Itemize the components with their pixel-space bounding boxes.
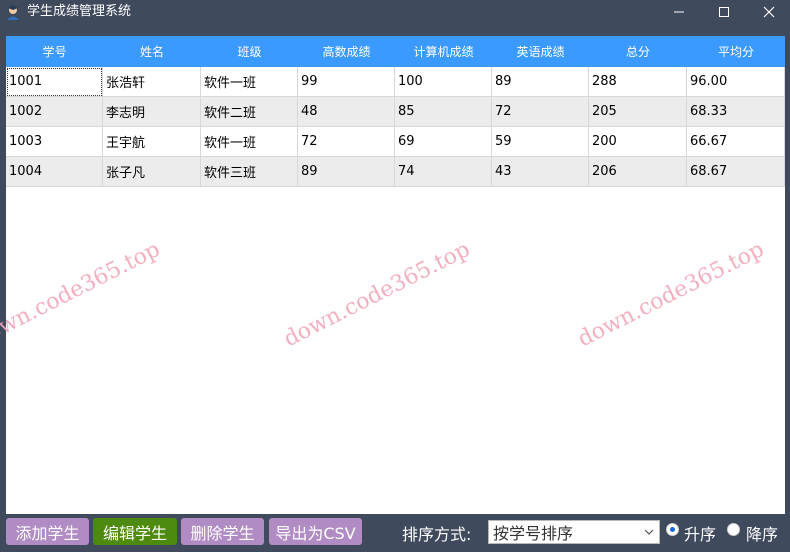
column-header-id[interactable]: 学号 (6, 36, 103, 67)
table-cell[interactable]: 1003 (6, 127, 103, 157)
table-cell[interactable]: 85 (395, 97, 492, 127)
table-cell[interactable]: 软件二班 (201, 97, 298, 127)
table-cell[interactable]: 96.00 (687, 67, 785, 97)
table-row[interactable]: 1002 李志明 软件二班 48 85 72 205 68.33 (6, 97, 785, 127)
table-cell[interactable]: 72 (492, 97, 589, 127)
maximize-button[interactable] (701, 0, 747, 24)
maximize-icon (719, 7, 729, 17)
table-cell[interactable]: 288 (589, 67, 687, 97)
table-cell[interactable]: 205 (589, 97, 687, 127)
column-header-total[interactable]: 总分 (589, 36, 687, 67)
table-cell[interactable]: 李志明 (103, 97, 201, 127)
student-avatar-icon (7, 5, 19, 20)
table-cell[interactable]: 软件三班 (201, 157, 298, 187)
column-header-name[interactable]: 姓名 (103, 36, 201, 67)
bottom-toolbar: 添加学生 编辑学生 删除学生 导出为CSV 排序方式: 按学号排序 升序 降序 (0, 514, 790, 552)
table-row[interactable]: 1003 王宇航 软件一班 72 69 59 200 66.67 (6, 127, 785, 157)
title-bar: 学生成绩管理系统 (0, 0, 790, 24)
table-cell[interactable]: 59 (492, 127, 589, 157)
ascending-label[interactable]: 升序 (684, 521, 716, 545)
table-cell[interactable]: 43 (492, 157, 589, 187)
table-cell[interactable]: 1002 (6, 97, 103, 127)
column-header-class[interactable]: 班级 (201, 36, 298, 67)
table-cell[interactable]: 74 (395, 157, 492, 187)
table-cell[interactable]: 89 (492, 67, 589, 97)
column-header-english[interactable]: 英语成绩 (492, 36, 589, 67)
table-cell[interactable]: 68.33 (687, 97, 785, 127)
delete-student-button[interactable]: 删除学生 (181, 518, 264, 545)
close-icon (763, 6, 775, 18)
table-cell[interactable]: 99 (298, 67, 395, 97)
ascending-radio[interactable] (666, 523, 679, 536)
edit-student-button[interactable]: 编辑学生 (93, 518, 177, 545)
descending-label[interactable]: 降序 (746, 521, 778, 545)
table-cell[interactable]: 89 (298, 157, 395, 187)
table-cell[interactable]: 1001 (6, 67, 103, 97)
sort-mode-select[interactable]: 按学号排序 (488, 520, 660, 544)
sort-mode-value: 按学号排序 (493, 524, 574, 543)
table-header: 学号 姓名 班级 高数成绩 计算机成绩 英语成绩 总分 平均分 (6, 36, 785, 67)
table-cell[interactable]: 软件一班 (201, 127, 298, 157)
sort-mode-label: 排序方式: (402, 525, 472, 544)
table-cell[interactable]: 66.67 (687, 127, 785, 157)
table-cell[interactable]: 72 (298, 127, 395, 157)
table-body: 1001 张浩轩 软件一班 99 100 89 288 96.00 1002 李… (6, 67, 785, 187)
column-header-average[interactable]: 平均分 (687, 36, 785, 67)
minimize-button[interactable] (656, 0, 702, 24)
descending-radio[interactable] (727, 523, 740, 536)
column-header-math[interactable]: 高数成绩 (298, 36, 395, 67)
table-cell[interactable]: 张子凡 (103, 157, 201, 187)
table-cell[interactable]: 200 (589, 127, 687, 157)
column-header-computer[interactable]: 计算机成绩 (395, 36, 492, 67)
table-cell[interactable]: 206 (589, 157, 687, 187)
table-cell[interactable]: 张浩轩 (103, 67, 201, 97)
table-cell[interactable]: 王宇航 (103, 127, 201, 157)
add-student-button[interactable]: 添加学生 (6, 518, 89, 545)
table-cell[interactable]: 48 (298, 97, 395, 127)
table-cell[interactable]: 69 (395, 127, 492, 157)
table-cell[interactable]: 1004 (6, 157, 103, 187)
export-csv-button[interactable]: 导出为CSV (269, 518, 362, 545)
chevron-down-icon (644, 529, 654, 535)
minimize-icon (674, 11, 684, 13)
table-row[interactable]: 1001 张浩轩 软件一班 99 100 89 288 96.00 (6, 67, 785, 97)
table-row[interactable]: 1004 张子凡 软件三班 89 74 43 206 68.67 (6, 157, 785, 187)
table-cell[interactable]: 软件一班 (201, 67, 298, 97)
window-title: 学生成绩管理系统 (27, 4, 132, 19)
table-cell[interactable]: 68.67 (687, 157, 785, 187)
table-cell[interactable]: 100 (395, 67, 492, 97)
close-button[interactable] (746, 0, 790, 24)
